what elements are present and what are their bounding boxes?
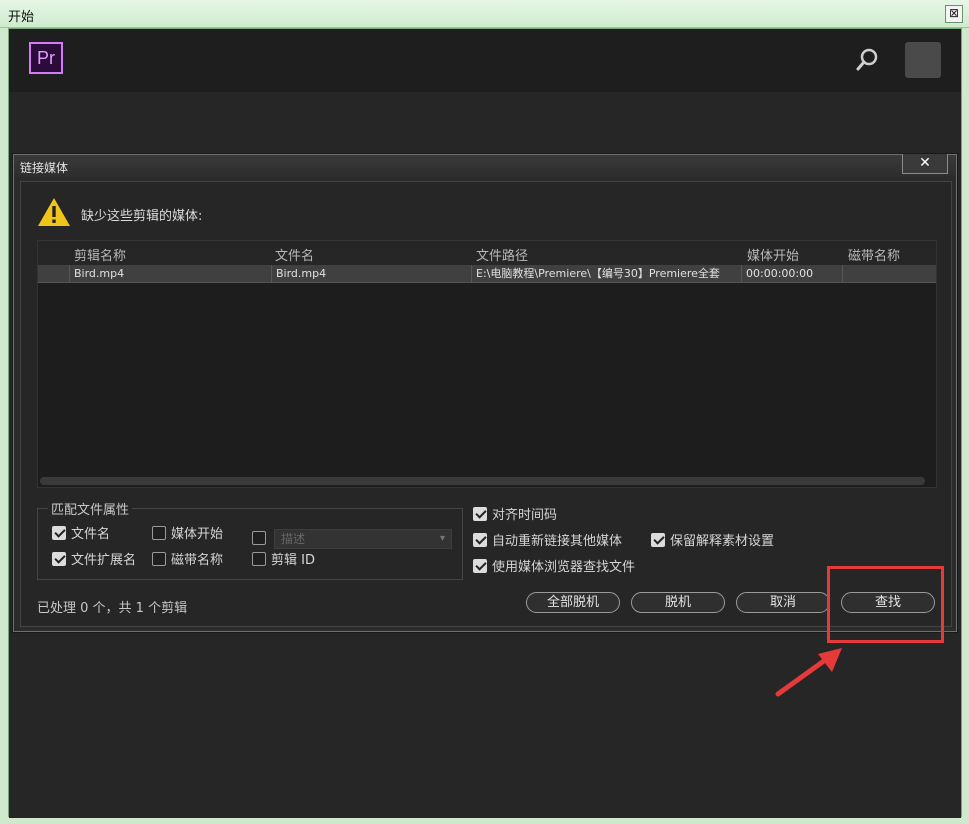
match-clip-id-checkbox[interactable]: 剪辑 ID xyxy=(252,549,315,568)
checkbox-icon xyxy=(651,532,665,547)
dialog-close-icon[interactable]: ✕ xyxy=(902,154,948,174)
auto-relink-checkbox[interactable]: 自动重新链接其他媒体 xyxy=(473,530,622,549)
checkbox-label: 文件扩展名 xyxy=(71,553,137,568)
match-description-checkbox[interactable] xyxy=(252,531,271,545)
warning-icon xyxy=(38,198,70,226)
checkbox-label: 文件名 xyxy=(71,527,111,542)
premiere-logo: Pr xyxy=(29,42,63,74)
checkbox-icon xyxy=(152,551,166,566)
app-header: Pr xyxy=(9,29,961,92)
warning-message: 缺少这些剪辑的媒体: xyxy=(81,209,203,224)
match-group-title: 匹配文件属性 xyxy=(48,499,133,518)
description-placeholder: 描述 xyxy=(281,532,306,546)
offline-all-button[interactable]: 全部脱机 xyxy=(526,592,620,613)
missing-media-table: 剪辑名称 文件名 文件路径 媒体开始 磁带名称 Bird.mp4 Bird.mp… xyxy=(37,240,937,488)
checkbox-label: 剪辑 ID xyxy=(271,553,315,568)
checkbox-label: 媒体开始 xyxy=(171,527,224,542)
status-text: 已处理 0 个，共 1 个剪辑 xyxy=(37,601,188,616)
dialog-titlebar: 链接媒体 ✕ xyxy=(14,154,956,177)
checkbox-label: 自动重新链接其他媒体 xyxy=(492,534,623,549)
horizontal-scrollbar[interactable] xyxy=(40,477,925,485)
offline-button[interactable]: 脱机 xyxy=(631,592,725,613)
dialog-body: 缺少这些剪辑的媒体: 剪辑名称 文件名 文件路径 媒体开始 磁带名称 Bird.… xyxy=(20,181,952,627)
window-title: 开始 xyxy=(8,10,35,25)
match-filename-checkbox[interactable]: 文件名 xyxy=(52,523,110,542)
outer-titlebar: 开始 ⊠ xyxy=(0,0,969,28)
window-close-icon[interactable]: ⊠ xyxy=(945,5,963,23)
red-arrow-annotation xyxy=(775,648,842,697)
checkbox-icon xyxy=(52,551,66,566)
checkbox-icon xyxy=(152,525,166,540)
column-clip-name[interactable]: 剪辑名称 xyxy=(74,245,126,264)
cell-media-start: 00:00:00:00 xyxy=(741,265,842,283)
highlight-annotation xyxy=(827,566,944,643)
column-file-name[interactable]: 文件名 xyxy=(275,245,314,264)
chevron-down-icon: ▾ xyxy=(439,533,445,544)
column-tape-name[interactable]: 磁带名称 xyxy=(848,245,900,264)
preserve-interpret-checkbox[interactable]: 保留解释素材设置 xyxy=(651,530,774,549)
checkbox-icon xyxy=(473,506,487,521)
checkbox-icon xyxy=(473,532,487,547)
search-icon[interactable] xyxy=(855,47,881,73)
dialog-title: 链接媒体 xyxy=(20,161,69,175)
column-file-path[interactable]: 文件路径 xyxy=(476,245,528,264)
checkbox-icon xyxy=(473,558,487,573)
match-file-properties-group: 匹配文件属性 文件名 媒体开始 描述 ▾ 文件扩展名 磁带名称 剪辑 ID xyxy=(37,499,463,580)
table-row[interactable]: Bird.mp4 Bird.mp4 E:\电脑教程\Premiere\【编号30… xyxy=(38,265,936,283)
use-media-browser-checkbox[interactable]: 使用媒体浏览器查找文件 xyxy=(473,556,635,575)
align-timecode-checkbox[interactable]: 对齐时间码 xyxy=(473,504,557,523)
description-field: 描述 ▾ xyxy=(274,529,452,549)
match-media-start-checkbox[interactable]: 媒体开始 xyxy=(152,523,223,542)
table-header: 剪辑名称 文件名 文件路径 媒体开始 磁带名称 xyxy=(38,241,936,265)
match-tape-name-checkbox[interactable]: 磁带名称 xyxy=(152,549,223,568)
link-media-dialog: 链接媒体 ✕ 缺少这些剪辑的媒体: 剪辑名称 文件名 文件路径 媒体开始 磁带名… xyxy=(13,154,957,632)
checkbox-icon xyxy=(252,531,266,545)
cell-clip-name: Bird.mp4 xyxy=(69,265,271,283)
checkbox-label: 使用媒体浏览器查找文件 xyxy=(492,560,636,575)
checkbox-label: 对齐时间码 xyxy=(492,508,558,523)
cell-file-path: E:\电脑教程\Premiere\【编号30】Premiere全套 xyxy=(471,265,741,283)
cancel-button[interactable]: 取消 xyxy=(736,592,830,613)
checkbox-label: 磁带名称 xyxy=(171,553,224,568)
cell-tape-name xyxy=(842,265,936,283)
checkbox-label: 保留解释素材设置 xyxy=(670,534,775,549)
checkbox-icon xyxy=(252,551,266,566)
checkbox-icon xyxy=(52,525,66,540)
match-extension-checkbox[interactable]: 文件扩展名 xyxy=(52,549,136,568)
cell-file-name: Bird.mp4 xyxy=(271,265,471,283)
profile-avatar[interactable] xyxy=(905,42,941,78)
column-media-start[interactable]: 媒体开始 xyxy=(747,245,799,264)
